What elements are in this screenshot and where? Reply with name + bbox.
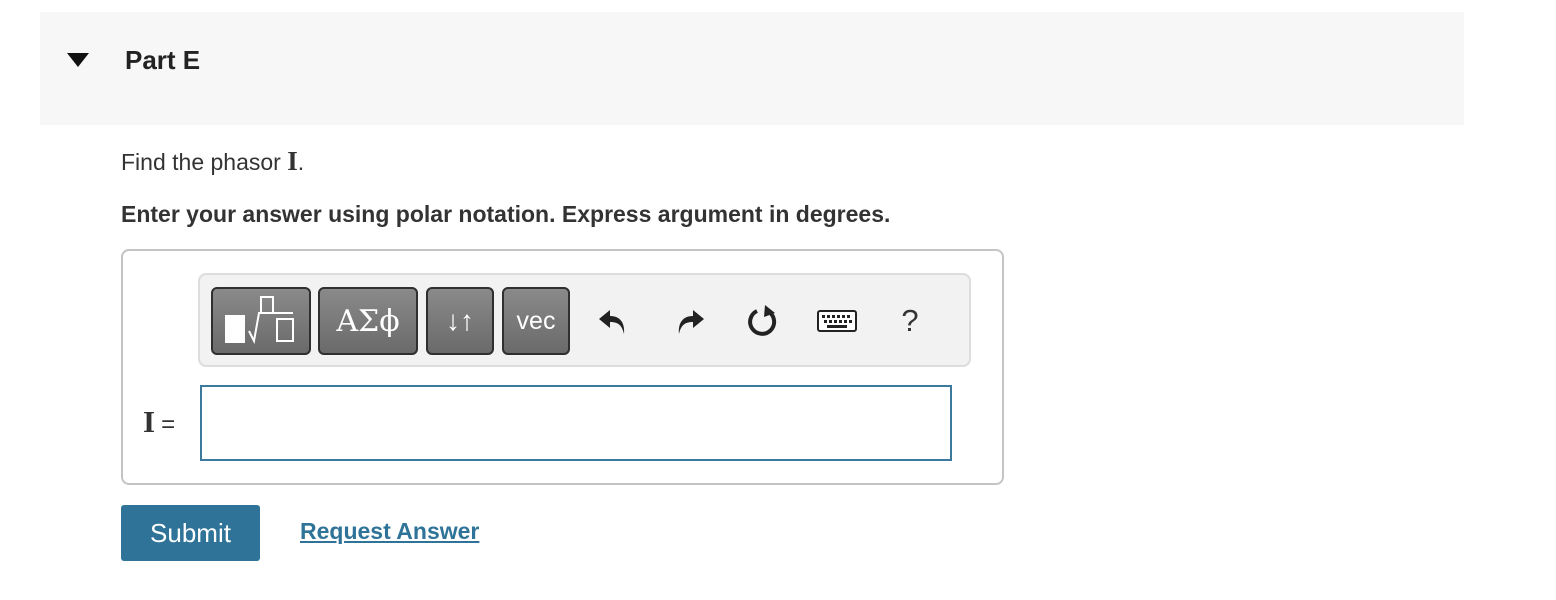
- collapse-triangle-icon[interactable]: [66, 52, 90, 68]
- answer-label: I =: [143, 404, 175, 440]
- subscript-superscript-button[interactable]: ↓↑: [426, 287, 494, 355]
- answer-symbol: I: [143, 404, 156, 439]
- answer-box: ΑΣϕ ↓↑ vec ? I =: [121, 249, 1004, 485]
- answer-input[interactable]: [200, 385, 952, 461]
- part-header[interactable]: Part E: [40, 12, 1464, 125]
- question-prefix: Find the phasor: [121, 149, 288, 175]
- phasor-symbol: I: [287, 146, 298, 176]
- reset-icon[interactable]: [743, 301, 783, 341]
- greek-letters-button[interactable]: ΑΣϕ: [318, 287, 418, 355]
- instruction-text: Enter your answer using polar notation. …: [121, 201, 891, 227]
- request-answer-link[interactable]: Request Answer: [300, 518, 479, 545]
- redo-icon[interactable]: [670, 301, 710, 341]
- submit-button[interactable]: Submit: [121, 505, 260, 561]
- help-button[interactable]: ?: [890, 301, 930, 341]
- keyboard-icon[interactable]: [817, 301, 857, 341]
- templates-button[interactable]: [211, 287, 311, 355]
- templates-icon: [219, 293, 303, 350]
- part-title: Part E: [125, 45, 201, 75]
- question-text: Find the phasor I.: [121, 146, 304, 177]
- vector-button[interactable]: vec: [502, 287, 570, 355]
- undo-icon[interactable]: [593, 301, 633, 341]
- equals-sign: =: [161, 411, 176, 438]
- math-toolbar: ΑΣϕ ↓↑ vec ?: [198, 273, 971, 367]
- question-suffix: .: [297, 149, 305, 175]
